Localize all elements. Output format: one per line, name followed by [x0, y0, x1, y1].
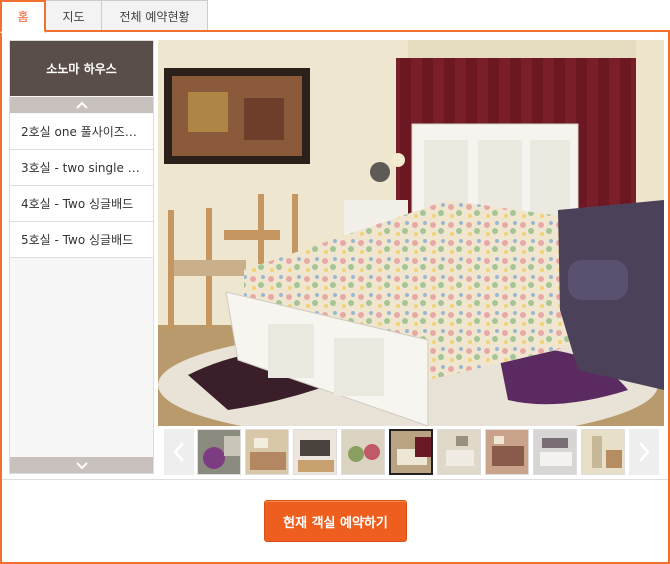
- room-item[interactable]: 4호실 - Two 싱글배드: [10, 186, 153, 222]
- tab-all-reservations[interactable]: 전체 예약현황: [101, 0, 208, 31]
- thumbnail-selected[interactable]: [389, 429, 433, 475]
- thumbnail[interactable]: [485, 429, 529, 475]
- main-room-photo: [158, 40, 664, 426]
- next-photo-button[interactable]: [629, 429, 659, 475]
- chevron-up-icon: [75, 101, 88, 109]
- tab-map[interactable]: 지도: [45, 0, 102, 31]
- chevron-right-icon: [639, 442, 650, 462]
- chevron-left-icon: [173, 442, 184, 462]
- thumbnail[interactable]: [293, 429, 337, 475]
- scroll-down-button[interactable]: [10, 457, 153, 473]
- room-item[interactable]: 5호실 - Two 싱글배드: [10, 222, 153, 258]
- thumbnail[interactable]: [341, 429, 385, 475]
- scroll-up-button[interactable]: [10, 97, 153, 113]
- room-list: 2호실 one 풀사이즈… 3호실 - two single … 4호실 - T…: [10, 114, 153, 258]
- house-name: 소노마 하우스: [10, 41, 153, 96]
- chevron-down-icon: [75, 461, 88, 469]
- tab-home[interactable]: 홈: [0, 0, 46, 33]
- thumbnail[interactable]: [437, 429, 481, 475]
- thumbnail[interactable]: [533, 429, 577, 475]
- thumbnail-strip: [164, 429, 659, 475]
- thumbnail[interactable]: [581, 429, 625, 475]
- room-sidebar: 소노마 하우스 2호실 one 풀사이즈… 3호실 - two single ……: [9, 40, 154, 474]
- thumbnail[interactable]: [245, 429, 289, 475]
- prev-photo-button[interactable]: [164, 429, 194, 475]
- room-item[interactable]: 3호실 - two single …: [10, 150, 153, 186]
- tab-bar: 홈 지도 전체 예약현황: [0, 0, 670, 33]
- book-room-button[interactable]: 현재 객실 예약하기: [264, 500, 407, 542]
- room-item[interactable]: 2호실 one 풀사이즈…: [10, 114, 153, 150]
- thumbnail[interactable]: [197, 429, 241, 475]
- content-frame: 소노마 하우스 2호실 one 풀사이즈… 3호실 - two single ……: [0, 30, 670, 564]
- divider: [2, 479, 668, 480]
